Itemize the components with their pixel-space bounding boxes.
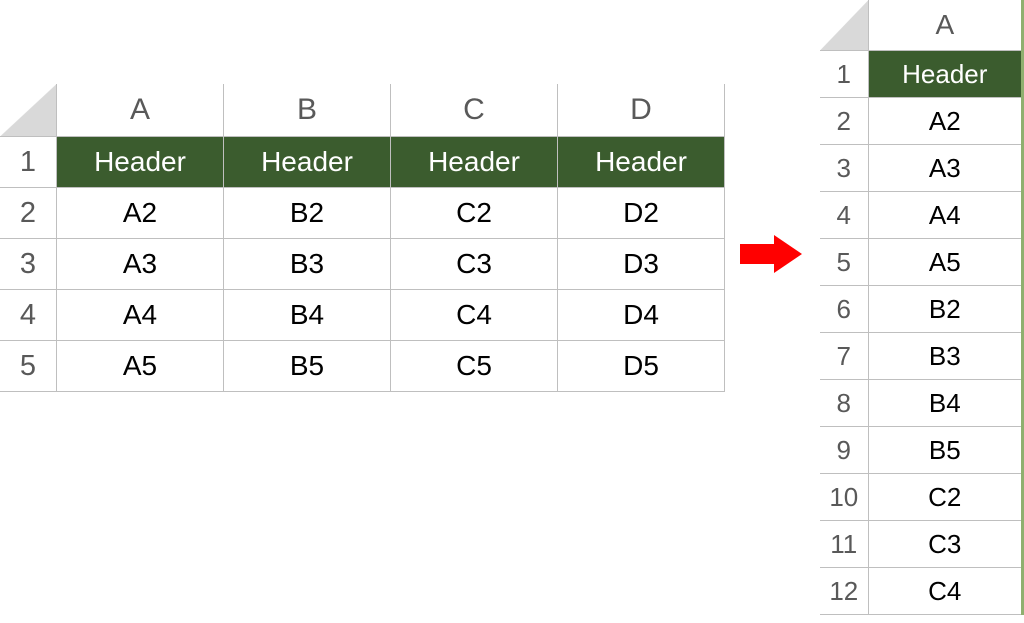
row-header-12[interactable]: 12 xyxy=(820,568,868,615)
cell-A8[interactable]: B4 xyxy=(868,380,1022,427)
col-header-C[interactable]: C xyxy=(391,84,558,137)
cell-A9[interactable]: B5 xyxy=(868,427,1022,474)
cell-A4[interactable]: A4 xyxy=(57,290,224,341)
cell-A4[interactable]: A4 xyxy=(868,192,1022,239)
col-header-D[interactable]: D xyxy=(558,84,725,137)
cell-A1[interactable]: Header xyxy=(57,137,224,188)
cell-A7[interactable]: B3 xyxy=(868,333,1022,380)
cell-A10[interactable]: C2 xyxy=(868,474,1022,521)
cell-A3[interactable]: A3 xyxy=(868,145,1022,192)
col-header-B[interactable]: B xyxy=(224,84,391,137)
cell-D4[interactable]: D4 xyxy=(558,290,725,341)
cell-A5[interactable]: A5 xyxy=(868,239,1022,286)
cell-C2[interactable]: C2 xyxy=(391,188,558,239)
cell-A2[interactable]: A2 xyxy=(57,188,224,239)
cell-A3[interactable]: A3 xyxy=(57,239,224,290)
cell-B4[interactable]: B4 xyxy=(224,290,391,341)
row-header-11[interactable]: 11 xyxy=(820,521,868,568)
right-spreadsheet: A 1Header 2A2 3A3 4A4 5A5 6B2 7B3 8B4 9B… xyxy=(820,0,1024,615)
cell-D5[interactable]: D5 xyxy=(558,341,725,392)
row-header-4[interactable]: 4 xyxy=(820,192,868,239)
cell-A1[interactable]: Header xyxy=(868,51,1022,98)
cell-B1[interactable]: Header xyxy=(224,137,391,188)
cell-C5[interactable]: C5 xyxy=(391,341,558,392)
left-spreadsheet: A B C D 1 Header Header Header Header 2 … xyxy=(0,84,725,392)
cell-C1[interactable]: Header xyxy=(391,137,558,188)
row-header-2[interactable]: 2 xyxy=(0,188,57,239)
col-header-A[interactable]: A xyxy=(868,0,1022,51)
cell-A11[interactable]: C3 xyxy=(868,521,1022,568)
row-header-3[interactable]: 3 xyxy=(0,239,57,290)
row-header-9[interactable]: 9 xyxy=(820,427,868,474)
row-header-8[interactable]: 8 xyxy=(820,380,868,427)
cell-A2[interactable]: A2 xyxy=(868,98,1022,145)
cell-D1[interactable]: Header xyxy=(558,137,725,188)
cell-D2[interactable]: D2 xyxy=(558,188,725,239)
cell-A6[interactable]: B2 xyxy=(868,286,1022,333)
select-all-corner[interactable] xyxy=(0,84,57,137)
row-header-5[interactable]: 5 xyxy=(820,239,868,286)
row-header-1[interactable]: 1 xyxy=(820,51,868,98)
cell-C4[interactable]: C4 xyxy=(391,290,558,341)
transform-arrow-icon xyxy=(740,235,804,273)
cell-A12[interactable]: C4 xyxy=(868,568,1022,615)
row-header-7[interactable]: 7 xyxy=(820,333,868,380)
row-header-2[interactable]: 2 xyxy=(820,98,868,145)
cell-A5[interactable]: A5 xyxy=(57,341,224,392)
cell-B5[interactable]: B5 xyxy=(224,341,391,392)
row-header-6[interactable]: 6 xyxy=(820,286,868,333)
row-header-1[interactable]: 1 xyxy=(0,137,57,188)
row-header-10[interactable]: 10 xyxy=(820,474,868,521)
cell-B2[interactable]: B2 xyxy=(224,188,391,239)
select-all-corner[interactable] xyxy=(820,0,868,51)
col-header-A[interactable]: A xyxy=(57,84,224,137)
row-header-3[interactable]: 3 xyxy=(820,145,868,192)
cell-D3[interactable]: D3 xyxy=(558,239,725,290)
cell-C3[interactable]: C3 xyxy=(391,239,558,290)
cell-B3[interactable]: B3 xyxy=(224,239,391,290)
row-header-5[interactable]: 5 xyxy=(0,341,57,392)
row-header-4[interactable]: 4 xyxy=(0,290,57,341)
